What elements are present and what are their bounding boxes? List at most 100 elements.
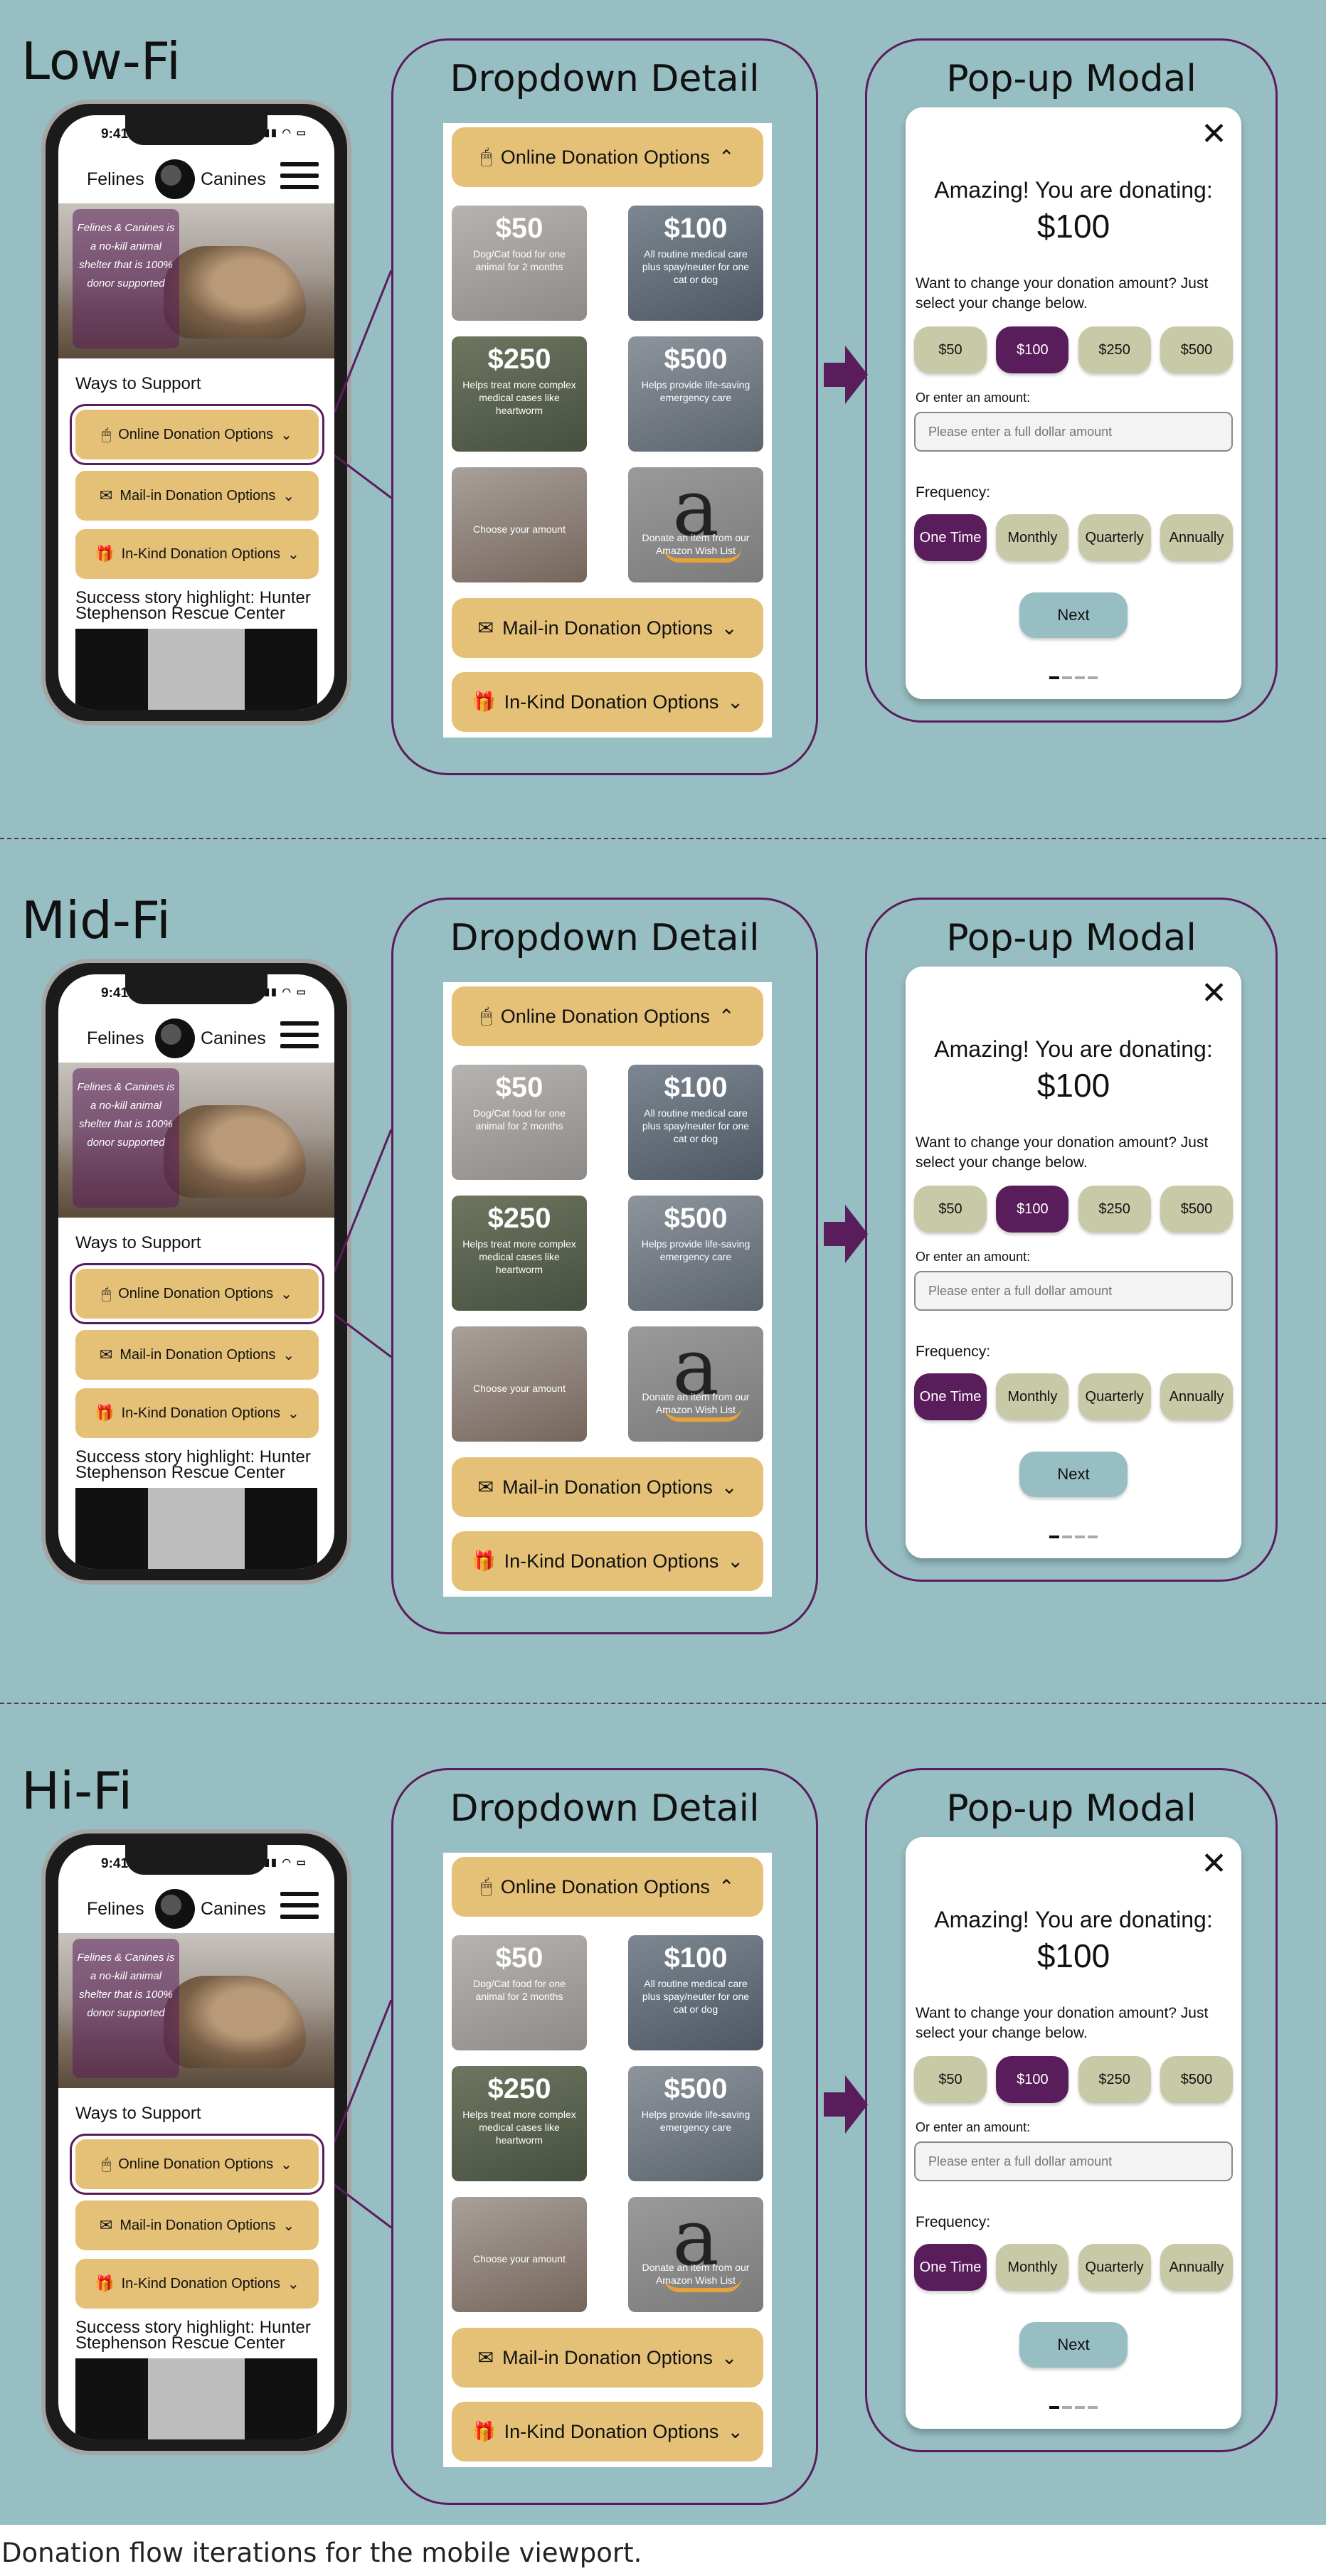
online-donation-button[interactable]: 🖱 Online Donation Options ⌄ xyxy=(70,2134,324,2195)
mail-in-donation-button[interactable]: ✉ Mail-in Donation Options ⌄ xyxy=(75,2200,319,2250)
in-kind-dropdown[interactable]: 🎁 In-Kind Donation Options ⌄ xyxy=(452,2402,763,2461)
amount-chip-500[interactable]: $500 xyxy=(1160,326,1233,373)
amount-chip-100[interactable]: $100 xyxy=(996,326,1069,373)
amount-chip-50[interactable]: $50 xyxy=(914,326,987,373)
donation-tile-custom[interactable]: Choose your amount xyxy=(452,467,587,582)
tile-description: Donate an item from our Amazon Wish List xyxy=(642,1391,750,1415)
mouse-icon: 🖱 xyxy=(102,1284,112,1302)
success-story-video[interactable] xyxy=(75,1488,317,1569)
frequency-chip-quarterly[interactable]: Quarterly xyxy=(1078,1373,1151,1420)
popup-modal-bubble: Pop-up Modal ✕ Amazing! You are donating… xyxy=(865,1768,1278,2452)
donation-tile-500[interactable]: $500 Helps provide life-saving emergency… xyxy=(628,2066,763,2181)
in-kind-donation-button[interactable]: 🎁 In-Kind Donation Options ⌄ xyxy=(75,2259,319,2309)
button-label: Online Donation Options xyxy=(118,2156,274,2172)
custom-amount-input[interactable] xyxy=(914,1271,1233,1311)
donation-tile-250[interactable]: $250 Helps treat more complex medical ca… xyxy=(452,1196,587,1311)
in-kind-donation-button[interactable]: 🎁 In-Kind Donation Options ⌄ xyxy=(75,529,319,579)
donation-tile-500[interactable]: $500 Helps provide life-saving emergency… xyxy=(628,336,763,452)
menu-icon[interactable] xyxy=(280,1892,319,1923)
amount-chip-500[interactable]: $500 xyxy=(1160,2056,1233,2103)
custom-amount-input[interactable] xyxy=(914,2141,1233,2181)
frequency-chip-one-time[interactable]: One Time xyxy=(914,514,987,561)
cat-photo xyxy=(164,1976,306,2068)
frequency-chip-monthly[interactable]: Monthly xyxy=(996,1373,1069,1420)
menu-icon[interactable] xyxy=(280,162,319,193)
frequency-chip-monthly[interactable]: Monthly xyxy=(996,2244,1069,2291)
donation-tile-100[interactable]: $100 All routine medical care plus spay/… xyxy=(628,1065,763,1180)
donation-tile-250[interactable]: $250 Helps treat more complex medical ca… xyxy=(452,2066,587,2181)
change-amount-prompt: Want to change your donation amount? Jus… xyxy=(916,2005,1209,2041)
donation-tile-500[interactable]: $500 Helps provide life-saving emergency… xyxy=(628,1196,763,1311)
mouse-icon: 🖱 xyxy=(480,1875,492,1897)
frequency-chip-annually[interactable]: Annually xyxy=(1160,514,1233,561)
mail-in-dropdown[interactable]: ✉ Mail-in Donation Options ⌄ xyxy=(452,598,763,658)
chevron-down-icon: ⌄ xyxy=(727,2420,743,2442)
amount-chip-100[interactable]: $100 xyxy=(996,1186,1069,1233)
hero-tagline: Felines & Canines is a no-kill animal sh… xyxy=(73,1939,179,2078)
donation-tile-50[interactable]: $50 Dog/Cat food for one animal for 2 mo… xyxy=(452,206,587,321)
dropdown-detail-title: Dropdown Detail xyxy=(450,917,760,959)
mail-in-donation-button[interactable]: ✉ Mail-in Donation Options ⌄ xyxy=(75,1330,319,1380)
donation-modal: ✕ Amazing! You are donating: $100 Want t… xyxy=(906,107,1241,699)
online-donation-button[interactable]: 🖱 Online Donation Options ⌄ xyxy=(70,1263,324,1324)
menu-icon[interactable] xyxy=(280,1021,319,1053)
hero-tagline: Felines & Canines is a no-kill animal sh… xyxy=(73,1068,179,1208)
callout-connector xyxy=(334,2000,393,2229)
amount-chip-250[interactable]: $250 xyxy=(1078,2056,1151,2103)
frequency-label: Frequency: xyxy=(916,484,991,501)
tile-amount: $250 xyxy=(487,344,551,375)
donation-tile-250[interactable]: $250 Helps treat more complex medical ca… xyxy=(452,336,587,452)
in-kind-donation-button[interactable]: 🎁 In-Kind Donation Options ⌄ xyxy=(75,1388,319,1438)
online-donation-dropdown[interactable]: 🖱 Online Donation Options ⌃ xyxy=(452,127,763,187)
frequency-chip-quarterly[interactable]: Quarterly xyxy=(1078,514,1151,561)
amount-chip-50[interactable]: $50 xyxy=(914,2056,987,2103)
next-button[interactable]: Next xyxy=(1019,2322,1128,2368)
button-label: In-Kind Donation Options xyxy=(121,2275,281,2292)
close-icon[interactable]: ✕ xyxy=(1201,975,1227,1011)
donation-tile-100[interactable]: $100 All routine medical care plus spay/… xyxy=(628,206,763,321)
frequency-chip-annually[interactable]: Annually xyxy=(1160,1373,1233,1420)
amount-chip-50[interactable]: $50 xyxy=(914,1186,987,1233)
amount-chip-500[interactable]: $500 xyxy=(1160,1186,1233,1233)
next-button[interactable]: Next xyxy=(1019,1452,1128,1497)
close-icon[interactable]: ✕ xyxy=(1201,1846,1227,1882)
donation-tile-amazon[interactable]: a Donate an item from our Amazon Wish Li… xyxy=(628,1326,763,1442)
frequency-chip-one-time[interactable]: One Time xyxy=(914,2244,987,2291)
donation-tile-custom[interactable]: Choose your amount xyxy=(452,2197,587,2312)
step-indicator xyxy=(906,676,1241,679)
brand-felines: Felines xyxy=(87,169,144,189)
next-button[interactable]: Next xyxy=(1019,592,1128,638)
frequency-chip-one-time[interactable]: One Time xyxy=(914,1373,987,1420)
dropdown-detail-title: Dropdown Detail xyxy=(450,1787,760,1830)
status-time: 9:41 xyxy=(101,127,129,142)
donation-tile-amazon[interactable]: a Donate an item from our Amazon Wish Li… xyxy=(628,467,763,582)
donation-tile-50[interactable]: $50 Dog/Cat food for one animal for 2 mo… xyxy=(452,1065,587,1180)
close-icon[interactable]: ✕ xyxy=(1201,116,1227,152)
hero-image: Felines & Canines is a no-kill animal sh… xyxy=(58,1063,334,1218)
amount-chip-250[interactable]: $250 xyxy=(1078,1186,1151,1233)
status-time: 9:41 xyxy=(101,986,129,1001)
donation-tile-custom[interactable]: Choose your amount xyxy=(452,1326,587,1442)
amount-chip-100[interactable]: $100 xyxy=(996,2056,1069,2103)
mouse-icon: 🖱 xyxy=(102,2155,112,2173)
mail-in-donation-button[interactable]: ✉ Mail-in Donation Options ⌄ xyxy=(75,471,319,521)
hero-image: Felines & Canines is a no-kill animal sh… xyxy=(58,203,334,358)
donation-tile-amazon[interactable]: a Donate an item from our Amazon Wish Li… xyxy=(628,2197,763,2312)
donation-tile-50[interactable]: $50 Dog/Cat food for one animal for 2 mo… xyxy=(452,1935,587,2050)
frequency-chip-monthly[interactable]: Monthly xyxy=(996,514,1069,561)
online-donation-dropdown[interactable]: 🖱 Online Donation Options ⌃ xyxy=(452,986,763,1046)
phone-screen: 9:41 ▮▮▮ ◠ ▭ Felines Canines Felines & C… xyxy=(58,115,334,710)
success-story-video[interactable] xyxy=(75,2358,317,2439)
frequency-chip-annually[interactable]: Annually xyxy=(1160,2244,1233,2291)
online-donation-dropdown[interactable]: 🖱 Online Donation Options ⌃ xyxy=(452,1857,763,1917)
custom-amount-input[interactable] xyxy=(914,412,1233,452)
amount-chip-250[interactable]: $250 xyxy=(1078,326,1151,373)
mail-in-dropdown[interactable]: ✉ Mail-in Donation Options ⌄ xyxy=(452,2328,763,2388)
in-kind-dropdown[interactable]: 🎁 In-Kind Donation Options ⌄ xyxy=(452,1531,763,1591)
donation-tile-100[interactable]: $100 All routine medical care plus spay/… xyxy=(628,1935,763,2050)
online-donation-button[interactable]: 🖱 Online Donation Options ⌄ xyxy=(70,404,324,465)
success-story-video[interactable] xyxy=(75,629,317,710)
in-kind-dropdown[interactable]: 🎁 In-Kind Donation Options ⌄ xyxy=(452,672,763,732)
frequency-chip-quarterly[interactable]: Quarterly xyxy=(1078,2244,1151,2291)
mail-in-dropdown[interactable]: ✉ Mail-in Donation Options ⌄ xyxy=(452,1457,763,1517)
